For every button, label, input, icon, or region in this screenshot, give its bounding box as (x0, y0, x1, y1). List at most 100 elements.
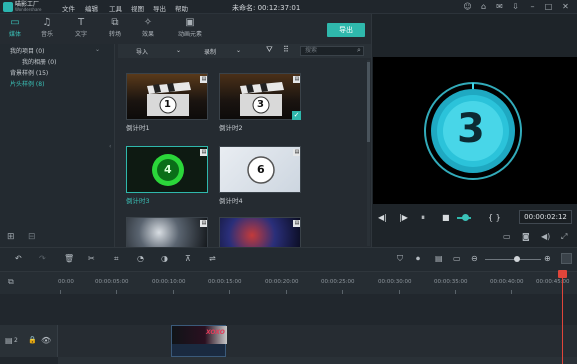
voiceover-icon[interactable]: ▤ (435, 254, 443, 263)
thumbnail-countdown-2[interactable]: 3 ▤ (219, 73, 301, 120)
download-icon[interactable]: ⇩ (511, 2, 520, 11)
track-number: 2 (14, 337, 18, 344)
zoom-slider-knob[interactable] (514, 256, 520, 262)
speed-icon[interactable]: ◔ (137, 254, 144, 263)
volume-icon[interactable]: ◀) (541, 232, 550, 241)
display-settings-icon[interactable]: ▭ (503, 232, 511, 241)
video-track-lane[interactable] (58, 325, 577, 357)
ruler-label: 00:00:10:00 (152, 279, 186, 285)
pause-icon[interactable]: ⏸ (421, 213, 425, 223)
transition-icon: ⧉ (111, 17, 119, 28)
menu-edit[interactable]: 编辑 (85, 3, 98, 13)
clapperboard-image (147, 82, 191, 116)
undo-icon[interactable]: ↶ (15, 254, 22, 263)
zoom-slider[interactable] (485, 259, 541, 260)
ruler-label: 00:00 (58, 279, 74, 285)
thumbnail-countdown-1[interactable]: 1 ▤ (126, 73, 208, 120)
cart-icon[interactable]: ⌂ (479, 2, 488, 11)
text-icon: T (77, 17, 85, 28)
menu-file[interactable]: 文件 (62, 3, 75, 13)
menu-tools[interactable]: 工具 (109, 3, 122, 13)
zoom-in-icon[interactable]: ⊕ (544, 254, 551, 263)
eye-icon[interactable]: 👁 (41, 336, 51, 345)
thumbnail-digit: 1 (164, 99, 171, 110)
record-dropdown[interactable]: 录制 (204, 47, 216, 56)
menu-view[interactable]: 视图 (131, 3, 144, 13)
media-badge-icon: ▤ (200, 76, 207, 83)
grid-view-icon[interactable]: ⠿ (283, 45, 289, 54)
tab-effects[interactable]: ✧ 效果 (133, 17, 163, 38)
lock-icon[interactable]: 🔒 (28, 336, 37, 344)
microphone-icon[interactable]: ⏺ (416, 254, 420, 264)
ruler-label: 00:00:45:00 (536, 279, 570, 285)
tab-music[interactable]: ♫ 音乐 (32, 17, 62, 38)
shield-icon[interactable]: ⛉ (397, 254, 403, 264)
timeline-settings-icon[interactable] (561, 253, 572, 264)
subtitle-icon[interactable]: ▭ (453, 254, 461, 263)
thumbnail-countdown-6[interactable]: ▤ (219, 217, 301, 247)
tab-elements[interactable]: ▣ 动画元素 (172, 17, 208, 38)
thumbnail-countdown-4[interactable]: 6 ▤ (219, 146, 301, 193)
ruler-label: 00:00:35:00 (434, 279, 468, 285)
ruler-label: 00:00:40:00 (490, 279, 524, 285)
redo-icon[interactable]: ↷ (39, 254, 46, 263)
search-icon[interactable]: ⌕ (357, 46, 361, 55)
delete-icon[interactable]: 🗑 (64, 254, 74, 263)
sidebar-item-my-album[interactable]: 我的相册 (0) (22, 57, 56, 66)
library-scrollbar-thumb[interactable] (367, 62, 370, 142)
folder-icon: ▭ (10, 17, 20, 28)
export-button[interactable]: 导出 (327, 23, 365, 37)
previous-frame-icon[interactable]: ◀| (378, 213, 387, 222)
cut-icon[interactable]: ✂ (88, 254, 95, 263)
mail-icon[interactable]: ✉ (495, 2, 504, 11)
import-dropdown[interactable]: 导入 (136, 47, 148, 56)
mark-in-out-icon[interactable]: { } (488, 213, 501, 222)
project-title: 未命名: 00:12:37:01 (232, 4, 301, 12)
close-icon[interactable]: ✕ (561, 2, 570, 11)
thumbnail-digit: 3 (257, 99, 264, 110)
menu-help[interactable]: 帮助 (175, 3, 188, 13)
play-icon[interactable]: |▶ (399, 213, 408, 222)
collapse-handle-icon[interactable]: ‹ (109, 143, 111, 150)
fullscreen-icon[interactable]: ⤢ (561, 232, 567, 242)
tab-transition[interactable]: ⧉ 转场 (100, 17, 130, 38)
import-chevron-icon[interactable]: ⌄ (176, 47, 181, 54)
filter-icon[interactable]: ⛛ (266, 45, 273, 55)
sidebar-item-background-samples[interactable]: 背景样例 (15) (10, 68, 48, 77)
search-input[interactable]: 搜索 (300, 46, 364, 56)
record-chevron-icon[interactable]: ⌄ (236, 47, 241, 54)
thumbnail-countdown-3[interactable]: 4 ▤ (126, 146, 208, 193)
tab-music-label: 音乐 (40, 31, 53, 38)
timeline-horizontal-scrollbar[interactable] (58, 357, 577, 364)
tab-media[interactable]: ▭ 媒体 (0, 17, 30, 38)
audio-adjust-icon[interactable]: ⇌ (209, 254, 216, 263)
thumbnail-countdown-5[interactable]: ▤ (126, 217, 208, 247)
sidebar-item-my-projects[interactable]: 我的项目 (0) (10, 46, 44, 55)
zoom-out-icon[interactable]: ⊖ (471, 254, 478, 263)
playhead[interactable] (562, 272, 563, 364)
maximize-icon[interactable]: □ (544, 2, 553, 11)
media-badge-icon: ▤ (200, 220, 207, 227)
tab-effects-label: 效果 (141, 31, 154, 38)
color-icon[interactable]: ◑ (161, 254, 168, 263)
audio-mixer-icon[interactable]: ⊼ (185, 254, 191, 263)
stop-icon[interactable]: ■ (442, 213, 450, 222)
thumbnail-label: 倒计时2 (219, 124, 243, 132)
tab-text[interactable]: T 文字 (66, 17, 96, 38)
thumbnail-digit: 4 (164, 163, 172, 176)
delete-folder-icon[interactable]: ⊟ (28, 232, 36, 242)
progress-slider-knob[interactable] (462, 214, 469, 221)
ruler-label: 00:00:20:00 (265, 279, 299, 285)
sidebar-item-intro-samples[interactable]: 片头样例 (8) (10, 79, 44, 88)
crop-icon[interactable]: ⌗ (114, 254, 119, 264)
minimize-icon[interactable]: – (528, 2, 537, 11)
add-track-icon[interactable]: ⧉ (8, 277, 14, 287)
snapshot-camera-icon[interactable]: ◙ (522, 232, 530, 241)
chevron-down-icon[interactable]: ⌄ (95, 46, 100, 53)
account-icon[interactable]: ☺ (463, 2, 472, 11)
menu-export[interactable]: 导出 (153, 3, 166, 13)
ruler-label: 00:00:30:00 (378, 279, 412, 285)
new-folder-icon[interactable]: ⊞ (7, 232, 15, 242)
media-badge-icon: ▤ (293, 220, 300, 227)
video-clip[interactable]: XOXO (171, 325, 227, 357)
